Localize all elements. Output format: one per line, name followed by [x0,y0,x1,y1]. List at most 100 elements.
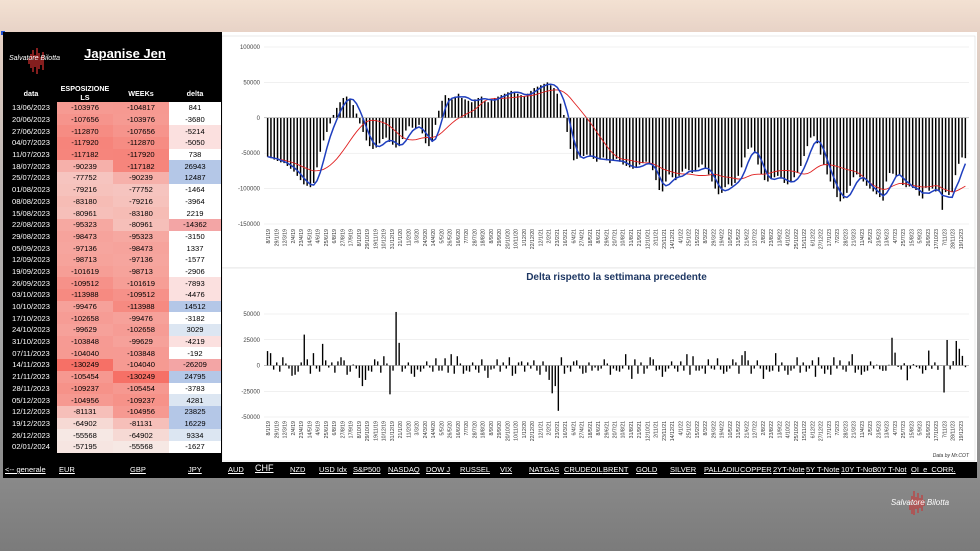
table-row: 19/12/2023 -64902 -81131 16229 [5,417,221,430]
x-tick-label: 2/4/19 [291,229,297,244]
nav-link-2yt-note[interactable]: 2YT-Note [773,465,805,474]
x-tick-label: 8/6/21 [596,229,602,244]
data-table: data ESPOSIZIONE LS WEEKs delta 13/06/2023-… [5,84,221,453]
nav-link-5y-t-note[interactable]: 5Y T-Note [806,465,840,474]
x-tick-label: 20/7/21 [613,229,619,246]
x-tick-label: 31/5/22 [736,421,742,438]
date-cell: 11/07/2023 [12,150,50,160]
nav-link-oi-e-corr[interactable]: OI_e_CORR. [911,465,956,474]
nav-link-vix[interactable]: VIX [500,465,512,474]
x-tick-label: 28/2/23 [843,229,849,246]
x-tick-label: 6/12/22 [810,229,816,246]
x-tick-label: 28/11/23 [951,229,957,249]
x-tick-label: 1/12/20 [522,421,528,438]
table-row: 11/07/2023 -117182 -117920 738 [5,148,221,161]
x-tick-label: 13/6/23 [885,421,891,438]
weeks-cell: -102658 [113,324,169,336]
delta-cell: 24795 [169,370,221,383]
y-tick-label: 50000 [243,312,260,318]
nav-link-dow-j[interactable]: DOW J [426,465,450,474]
x-tick-label: 6/8/19 [332,229,338,244]
nav-link-nzd[interactable]: NZD [290,465,305,474]
exposure-cell: -104040 [57,347,113,360]
weeks-cell: -104817 [113,102,169,114]
nav-link-aud[interactable]: AUD [228,465,244,474]
delta-cell: -1577 [169,253,221,266]
exposure-cell: -99629 [57,324,113,336]
nav-link-jpy[interactable]: JPY [188,465,202,474]
delta-cell: 16229 [169,417,221,430]
weeks-cell: -99476 [113,312,169,325]
x-tick-label: 15/11/22 [802,229,808,249]
weeks-cell: -103848 [113,347,169,360]
table-row: 17/10/2023 -102658 -99476 -3182 [5,312,221,325]
x-tick-label: 1/12/20 [522,229,528,246]
weeks-cell: -99629 [113,335,169,348]
weeks-cell: -109237 [113,394,169,406]
nav-link-eur[interactable]: EUR [59,465,75,474]
exposure-cell: -57195 [57,440,113,453]
delta-cell: 2219 [169,207,221,219]
nav-link-usd-idx[interactable]: USD Idx [319,465,347,474]
nav-link-palladiu[interactable]: PALLADIU [704,465,740,474]
x-tick-label: 23/2/21 [555,421,561,438]
x-tick-label: 24/3/20 [423,229,429,246]
delta-cell: -3182 [169,312,221,325]
x-tick-label: 16/3/21 [563,229,569,246]
x-tick-label: 17/9/19 [349,421,355,438]
x-tick-label: 8/6/21 [596,421,602,436]
x-tick-label: 19/4/22 [720,421,726,438]
date-cell: 10/10/2023 [11,302,50,312]
weeks-cell: -79216 [113,195,169,208]
x-tick-label: 2/11/21 [654,421,660,438]
nav-link-brent[interactable]: BRENT [603,465,628,474]
nav-link-10y-t-not[interactable]: 10Y T-Not [841,465,875,474]
x-tick-label: 21/9/21 [637,421,643,438]
x-tick-label: 27/8/19 [340,421,346,438]
delta-cell: 4281 [169,394,221,406]
x-tick-label: 21/6/22 [744,229,750,246]
nav-link-nasdaq[interactable]: NASDAQ [388,465,420,474]
x-tick-label: 10/8/21 [621,421,627,438]
x-tick-label: 19/12/23 [959,421,965,441]
nav-link-gbp[interactable]: GBP [130,465,146,474]
nav-link-30y-t-not[interactable]: 30Y T-Not [873,465,907,474]
x-tick-label: 23/2/21 [555,229,561,246]
brand-name: Salvatore Bilotta [9,55,60,62]
nav-link-copper[interactable]: COPPER [740,465,772,474]
nav-link-natgas[interactable]: NATGAS [529,465,559,474]
delta-cell: 14512 [169,300,221,313]
y-tick-label: -50000 [241,151,260,157]
nav-link-chf[interactable]: CHF [255,463,274,473]
date-cell: 26/12/2023 [11,430,50,440]
table-row: 05/09/2023 -97136 -98473 1337 [5,242,221,254]
nav-link-gold[interactable]: GOLD [636,465,657,474]
exposure-cell: -98713 [57,253,113,266]
weeks-cell: -117182 [113,160,169,173]
weeks-cell: -101619 [113,277,169,289]
x-tick-label: 12/7/22 [753,421,759,438]
nav-link-s-p500[interactable]: S&P500 [353,465,381,474]
table-row: 14/11/2023 -130249 -104040 -26209 [5,359,221,371]
x-tick-label: 13/9/22 [777,421,783,438]
nav-link-silver[interactable]: SILVER [670,465,696,474]
x-tick-label: 19/4/22 [720,229,726,246]
date-cell: 20/06/2023 [11,115,50,125]
weeks-cell: -95323 [113,230,169,243]
x-tick-label: 23/4/19 [299,421,305,438]
nav-link-russel[interactable]: RUSSEL [460,465,490,474]
nav-link-crudeoil[interactable]: CRUDEOIL [564,465,603,474]
x-tick-label: 29/6/21 [604,229,610,246]
x-tick-label: 4/6/19 [316,229,322,244]
weeks-cell: -90239 [113,172,169,184]
x-tick-label: 13/9/22 [777,229,783,246]
nav-link-generale[interactable]: <-- generale [5,465,46,474]
date-cell: 15/08/2023 [11,208,50,218]
date-cell: 22/08/2023 [11,220,50,230]
x-tick-label: 11/4/23 [860,229,866,246]
date-cell: 05/12/2023 [11,395,50,405]
table-row: 08/08/2023 -83180 -79216 -3964 [5,195,221,208]
delta-cell: -5050 [169,137,221,149]
delta-cell: -7893 [169,277,221,289]
x-tick-label: 12/1/21 [538,229,544,246]
